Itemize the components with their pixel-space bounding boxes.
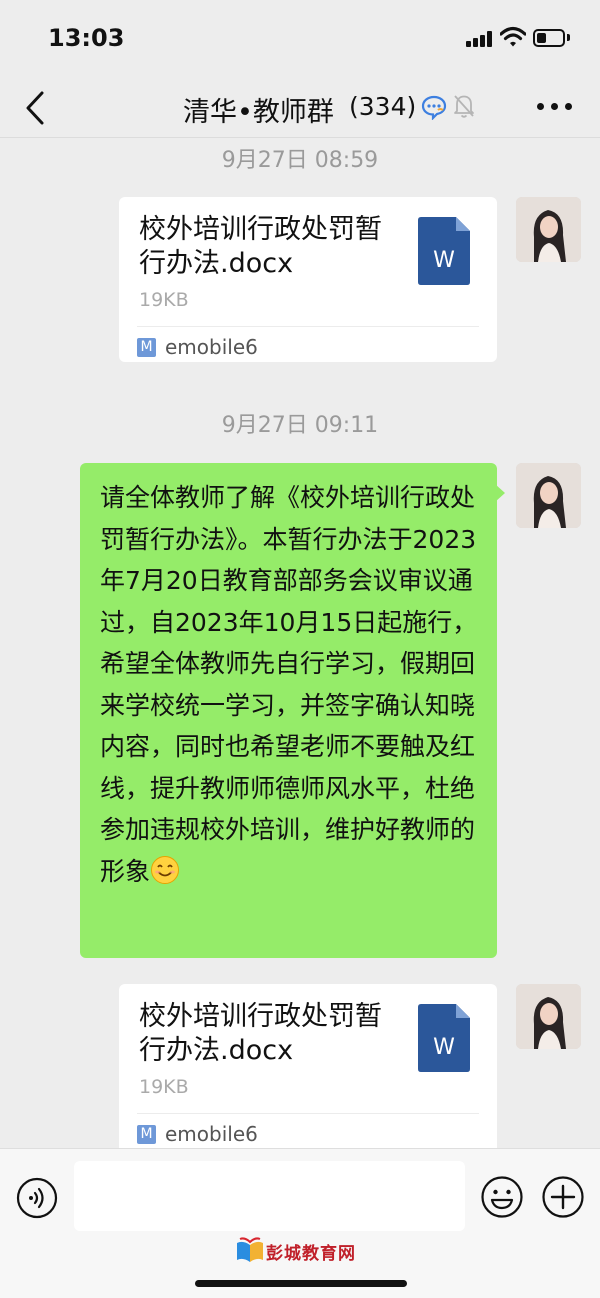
chat-badge-icon — [421, 95, 447, 120]
message-input[interactable] — [74, 1161, 465, 1231]
member-count: (334) — [349, 92, 417, 121]
svg-text:W: W — [433, 1035, 455, 1060]
word-document-icon: W — [418, 1004, 470, 1072]
mini-program-icon: M — [137, 338, 156, 357]
avatar[interactable] — [516, 463, 581, 528]
plus-icon[interactable] — [541, 1175, 585, 1219]
cellular-signal-icon — [466, 31, 494, 47]
file-size: 19KB — [139, 289, 189, 311]
mute-icon — [454, 95, 474, 118]
word-document-icon: W — [418, 217, 470, 285]
file-message[interactable]: 校外培训行政处罚暂行办法.docx 19KB W M emobile6 — [119, 984, 497, 1148]
battery-icon — [533, 29, 565, 47]
file-source: emobile6 — [165, 1122, 258, 1146]
group-title[interactable]: 清华•教师群 — [183, 90, 334, 129]
wifi-icon — [500, 26, 526, 47]
message-timestamp: 9月27日 08:59 — [221, 148, 379, 173]
svg-text:W: W — [433, 248, 455, 273]
status-bar: 13:03 — [0, 0, 600, 76]
book-logo-icon — [237, 1237, 263, 1262]
emoji-icon[interactable] — [480, 1175, 524, 1219]
chat-header: 清华•教师群 (334) — [0, 76, 600, 138]
text-message-bubble[interactable]: 请全体教师了解《校外培训行政处罚暂行办法》。本暂行办法于2023年7月20日教育… — [80, 463, 497, 958]
back-icon[interactable] — [22, 90, 50, 126]
avatar[interactable] — [516, 984, 581, 1049]
voice-icon[interactable] — [16, 1177, 58, 1219]
file-size: 19KB — [139, 1076, 189, 1098]
input-bar: 彭城教育网 — [0, 1148, 600, 1298]
mini-program-icon: M — [137, 1125, 156, 1144]
file-name: 校外培训行政处罚暂行办法.docx — [139, 1001, 382, 1066]
message-text: 请全体教师了解《校外培训行政处罚暂行办法》。本暂行办法于2023年7月20日教育… — [100, 483, 478, 886]
watermark: 彭城教育网 — [236, 1237, 366, 1265]
file-message[interactable]: 校外培训行政处罚暂行办法.docx 19KB W M emobile6 — [119, 197, 497, 362]
smile-emoji-icon — [151, 855, 180, 884]
home-indicator — [195, 1280, 407, 1287]
message-timestamp: 9月27日 09:11 — [221, 413, 379, 438]
status-time: 13:03 — [48, 24, 125, 52]
file-source: emobile6 — [165, 335, 258, 359]
watermark-text: 彭城教育网 — [266, 1244, 356, 1264]
more-icon[interactable] — [537, 103, 573, 111]
avatar[interactable] — [516, 197, 581, 262]
file-name: 校外培训行政处罚暂行办法.docx — [139, 214, 382, 279]
